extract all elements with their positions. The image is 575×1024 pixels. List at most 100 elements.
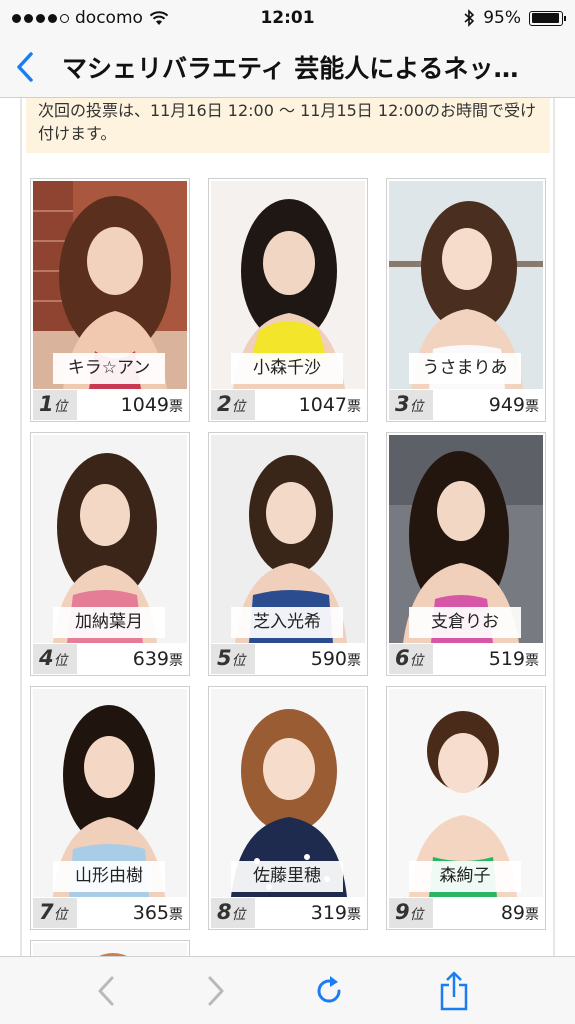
vote-count: 319票 [255, 898, 365, 928]
rank-suffix: 位 [409, 907, 424, 923]
votes-suffix: 票 [347, 907, 361, 923]
rank-badge: 9 位 [389, 898, 433, 928]
chevron-right-icon [208, 976, 224, 1006]
battery-percent: 95% [483, 8, 521, 28]
rank-suffix: 位 [231, 907, 246, 923]
ranking-card[interactable]: 小森千沙 2 位 1047票 [208, 178, 368, 422]
rank-number: 3 [395, 392, 410, 416]
rank-number: 5 [217, 646, 232, 670]
rank-number: 9 [395, 900, 410, 924]
rank-badge: 7 位 [33, 898, 77, 928]
ranking-card[interactable]: 加納葉月 4 位 639票 [30, 432, 190, 676]
rank-badge: 2 位 [211, 390, 255, 420]
status-right: 95% [363, 8, 566, 28]
vote-count: 590票 [255, 644, 365, 674]
rank-badge: 1 位 [33, 390, 77, 420]
rank-suffix: 位 [53, 907, 68, 923]
content-border-right [553, 98, 555, 956]
vote-count: 639票 [77, 644, 187, 674]
ranking-card[interactable]: 山形由樹 7 位 365票 [30, 686, 190, 930]
rank-row: 2 位 1047票 [211, 390, 365, 420]
name-label: 森絢子 [409, 861, 521, 892]
rank-row: 8 位 319票 [211, 898, 365, 928]
votes-number: 319 [310, 902, 347, 924]
name-label: 支倉りお [409, 607, 521, 638]
ranking-card[interactable]: 支倉りお 6 位 519票 [386, 432, 546, 676]
vote-count: 1047票 [255, 390, 365, 420]
rank-number: 2 [217, 392, 232, 416]
ranking-card[interactable]: 芝入光希 5 位 590票 [208, 432, 368, 676]
rank-suffix: 位 [231, 399, 246, 415]
rank-number: 7 [39, 900, 54, 924]
browser-toolbar [0, 956, 575, 1024]
rank-suffix: 位 [409, 653, 424, 669]
rank-number: 6 [395, 646, 410, 670]
votes-number: 639 [132, 648, 169, 670]
wifi-icon [149, 10, 169, 25]
status-bar: docomo 12:01 95% [0, 0, 575, 36]
rank-suffix: 位 [53, 399, 68, 415]
rank-row: 9 位 89票 [389, 898, 543, 928]
votes-number: 949 [488, 394, 525, 416]
rank-row: 7 位 365票 [33, 898, 187, 928]
votes-number: 365 [132, 902, 169, 924]
content-border-left [20, 98, 22, 956]
status-left: docomo [12, 8, 212, 28]
votes-suffix: 票 [169, 907, 183, 923]
vote-count: 365票 [77, 898, 187, 928]
rank-suffix: 位 [231, 653, 246, 669]
portrait-photo [33, 943, 187, 956]
nav-bar: マシェリバラエティ 芸能人によるネッ… [0, 36, 575, 98]
vote-count: 519票 [433, 644, 543, 674]
name-label: 佐藤里穂 [231, 861, 343, 892]
voting-notice: 次回の投票は、11月16日 12:00 〜 11月15日 12:00のお時間で受… [26, 98, 550, 153]
chevron-left-icon [17, 51, 33, 82]
page-title: マシェリバラエティ 芸能人によるネッ… [62, 53, 519, 83]
browser-back-button[interactable] [86, 971, 126, 1011]
ranking-card-partial[interactable] [30, 940, 190, 956]
rank-badge: 4 位 [33, 644, 77, 674]
ranking-card[interactable]: 森絢子 9 位 89票 [386, 686, 546, 930]
rank-row: 1 位 1049票 [33, 390, 187, 420]
votes-suffix: 票 [525, 907, 539, 923]
rank-number: 8 [217, 900, 232, 924]
web-content[interactable]: 次回の投票は、11月16日 12:00 〜 11月15日 12:00のお時間で受… [0, 98, 575, 956]
share-icon [440, 971, 468, 1011]
ranking-card[interactable]: キラ☆アン 1 位 1049票 [30, 178, 190, 422]
ranking-card[interactable]: 佐藤里穂 8 位 319票 [208, 686, 368, 930]
rank-badge: 3 位 [389, 390, 433, 420]
votes-suffix: 票 [169, 653, 183, 669]
rank-row: 4 位 639票 [33, 644, 187, 674]
rank-row: 5 位 590票 [211, 644, 365, 674]
rank-row: 6 位 519票 [389, 644, 543, 674]
name-label: 加納葉月 [53, 607, 165, 638]
vote-count: 89票 [433, 898, 543, 928]
votes-number: 89 [500, 902, 525, 924]
browser-forward-button[interactable] [196, 971, 236, 1011]
battery-icon [529, 10, 566, 26]
name-label: 山形由樹 [53, 861, 165, 892]
votes-suffix: 票 [525, 653, 539, 669]
name-label: キラ☆アン [53, 353, 165, 384]
votes-suffix: 票 [169, 399, 183, 415]
reload-icon [317, 976, 341, 1003]
signal-icon [12, 13, 69, 23]
rank-badge: 5 位 [211, 644, 255, 674]
name-label: 小森千沙 [231, 353, 343, 384]
vote-count: 1049票 [77, 390, 187, 420]
votes-number: 1049 [120, 394, 169, 416]
vote-count: 949票 [433, 390, 543, 420]
chevron-left-icon [98, 976, 114, 1006]
name-label: うさまりあ [409, 353, 521, 384]
votes-number: 519 [488, 648, 525, 670]
name-label: 芝入光希 [231, 607, 343, 638]
rank-number: 4 [39, 646, 54, 670]
votes-number: 590 [310, 648, 347, 670]
rank-row: 3 位 949票 [389, 390, 543, 420]
share-button[interactable] [434, 971, 474, 1011]
back-button[interactable] [0, 36, 50, 98]
ranking-card[interactable]: うさまりあ 3 位 949票 [386, 178, 546, 422]
votes-suffix: 票 [347, 653, 361, 669]
reload-button[interactable] [309, 971, 349, 1011]
votes-number: 1047 [298, 394, 347, 416]
